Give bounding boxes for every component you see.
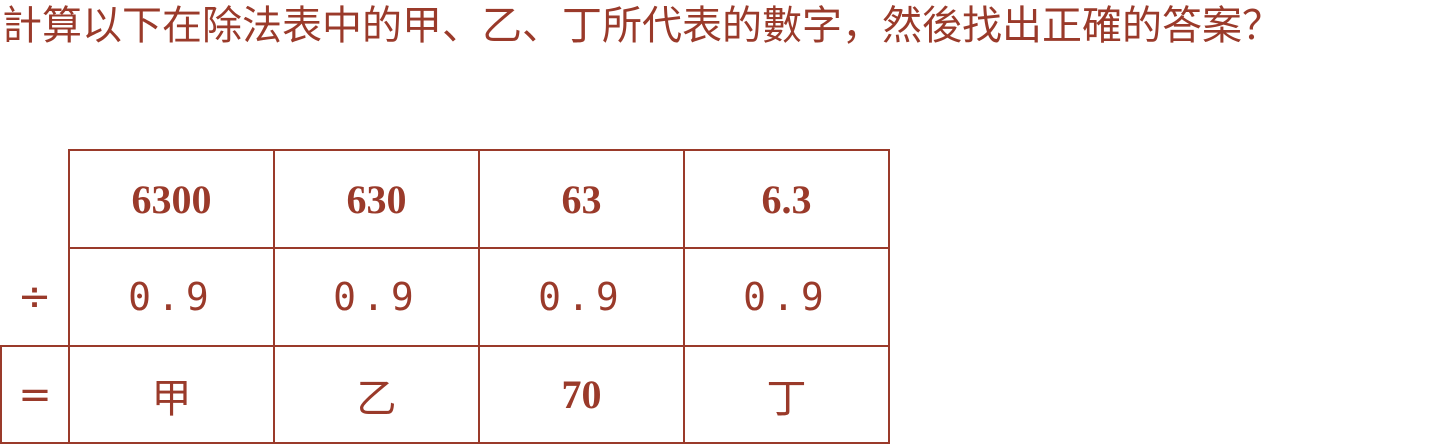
result-cell-3: 70 — [478, 345, 685, 444]
result-cell-4: 丁 — [683, 345, 890, 444]
dividend-cell-3: 63 — [478, 149, 685, 249]
dividend-cell-4: 6.3 — [683, 149, 890, 249]
equals-symbol: = — [0, 345, 70, 444]
question-text: 計算以下在除法表中的甲、乙、丁所代表的數字，然後找出正確的答案？ — [2, 3, 1282, 49]
divide-symbol: ÷ — [1, 248, 70, 347]
divisor-row: ÷ 0.9 0.9 0.9 0.9 — [1, 247, 890, 347]
empty-corner-cell — [1, 150, 70, 248]
dividend-cell-1: 6300 — [68, 149, 275, 249]
result-cell-2: 乙 — [273, 345, 480, 444]
result-row: = 甲 乙 70 丁 — [0, 345, 890, 444]
divisor-cell-3: 0.9 — [478, 247, 685, 347]
dividend-row: 6300 630 63 6.3 — [1, 149, 890, 249]
dividend-cell-2: 630 — [273, 149, 480, 249]
division-table: 6300 630 63 6.3 ÷ 0.9 0.9 0.9 0.9 = 甲 乙 … — [0, 149, 890, 444]
divisor-cell-1: 0.9 — [68, 247, 275, 347]
divisor-cell-4: 0.9 — [683, 247, 890, 347]
result-cell-1: 甲 — [68, 345, 275, 444]
divisor-cell-2: 0.9 — [273, 247, 480, 347]
